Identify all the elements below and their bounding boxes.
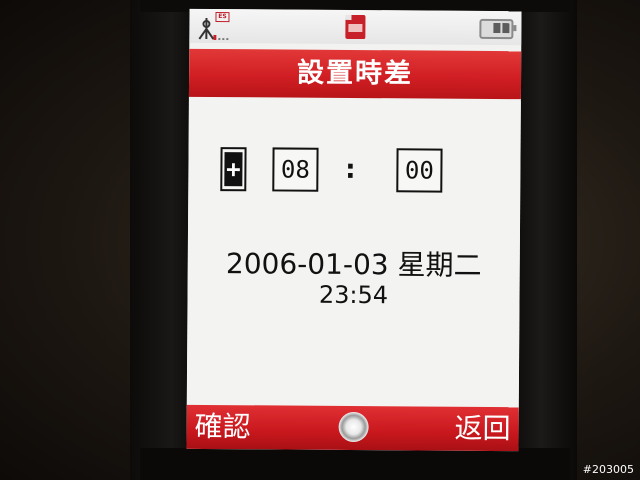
phone-bezel-right <box>517 0 577 480</box>
status-bar: ES <box>189 8 522 46</box>
sd-card-icon <box>345 14 366 40</box>
confirm-softkey[interactable]: 確認 <box>194 405 251 449</box>
watermark: #203005 <box>582 463 634 476</box>
back-softkey[interactable]: 返回 <box>454 407 510 451</box>
offset-minutes-field[interactable]: 00 <box>396 148 443 193</box>
offset-sign-value: + <box>224 152 243 187</box>
page-title: 設置時差 <box>296 57 414 90</box>
signal-strength-icon <box>213 35 229 41</box>
softkey-bar: 確認 返回 <box>186 404 519 452</box>
phone-screen: ES 設置時差 + 08 : 00 2006-01-03 星期二 23:54 確… <box>186 8 522 452</box>
es-indicator: ES <box>215 12 230 23</box>
battery-icon <box>479 18 514 40</box>
timezone-settings-panel: + 08 : 00 2006-01-03 星期二 23:54 <box>186 98 521 412</box>
current-date: 2006-01-03 星期二 <box>225 247 482 282</box>
phone-bezel-bottom <box>140 448 570 480</box>
offset-hours-field[interactable]: 08 <box>272 147 319 192</box>
phone-bezel-left <box>130 0 190 480</box>
title-bar: 設置時差 <box>188 48 522 100</box>
offset-sign-field[interactable]: + <box>220 147 247 192</box>
offset-separator: : <box>345 154 356 186</box>
center-select-icon[interactable] <box>338 411 369 443</box>
current-time: 23:54 <box>318 280 389 310</box>
